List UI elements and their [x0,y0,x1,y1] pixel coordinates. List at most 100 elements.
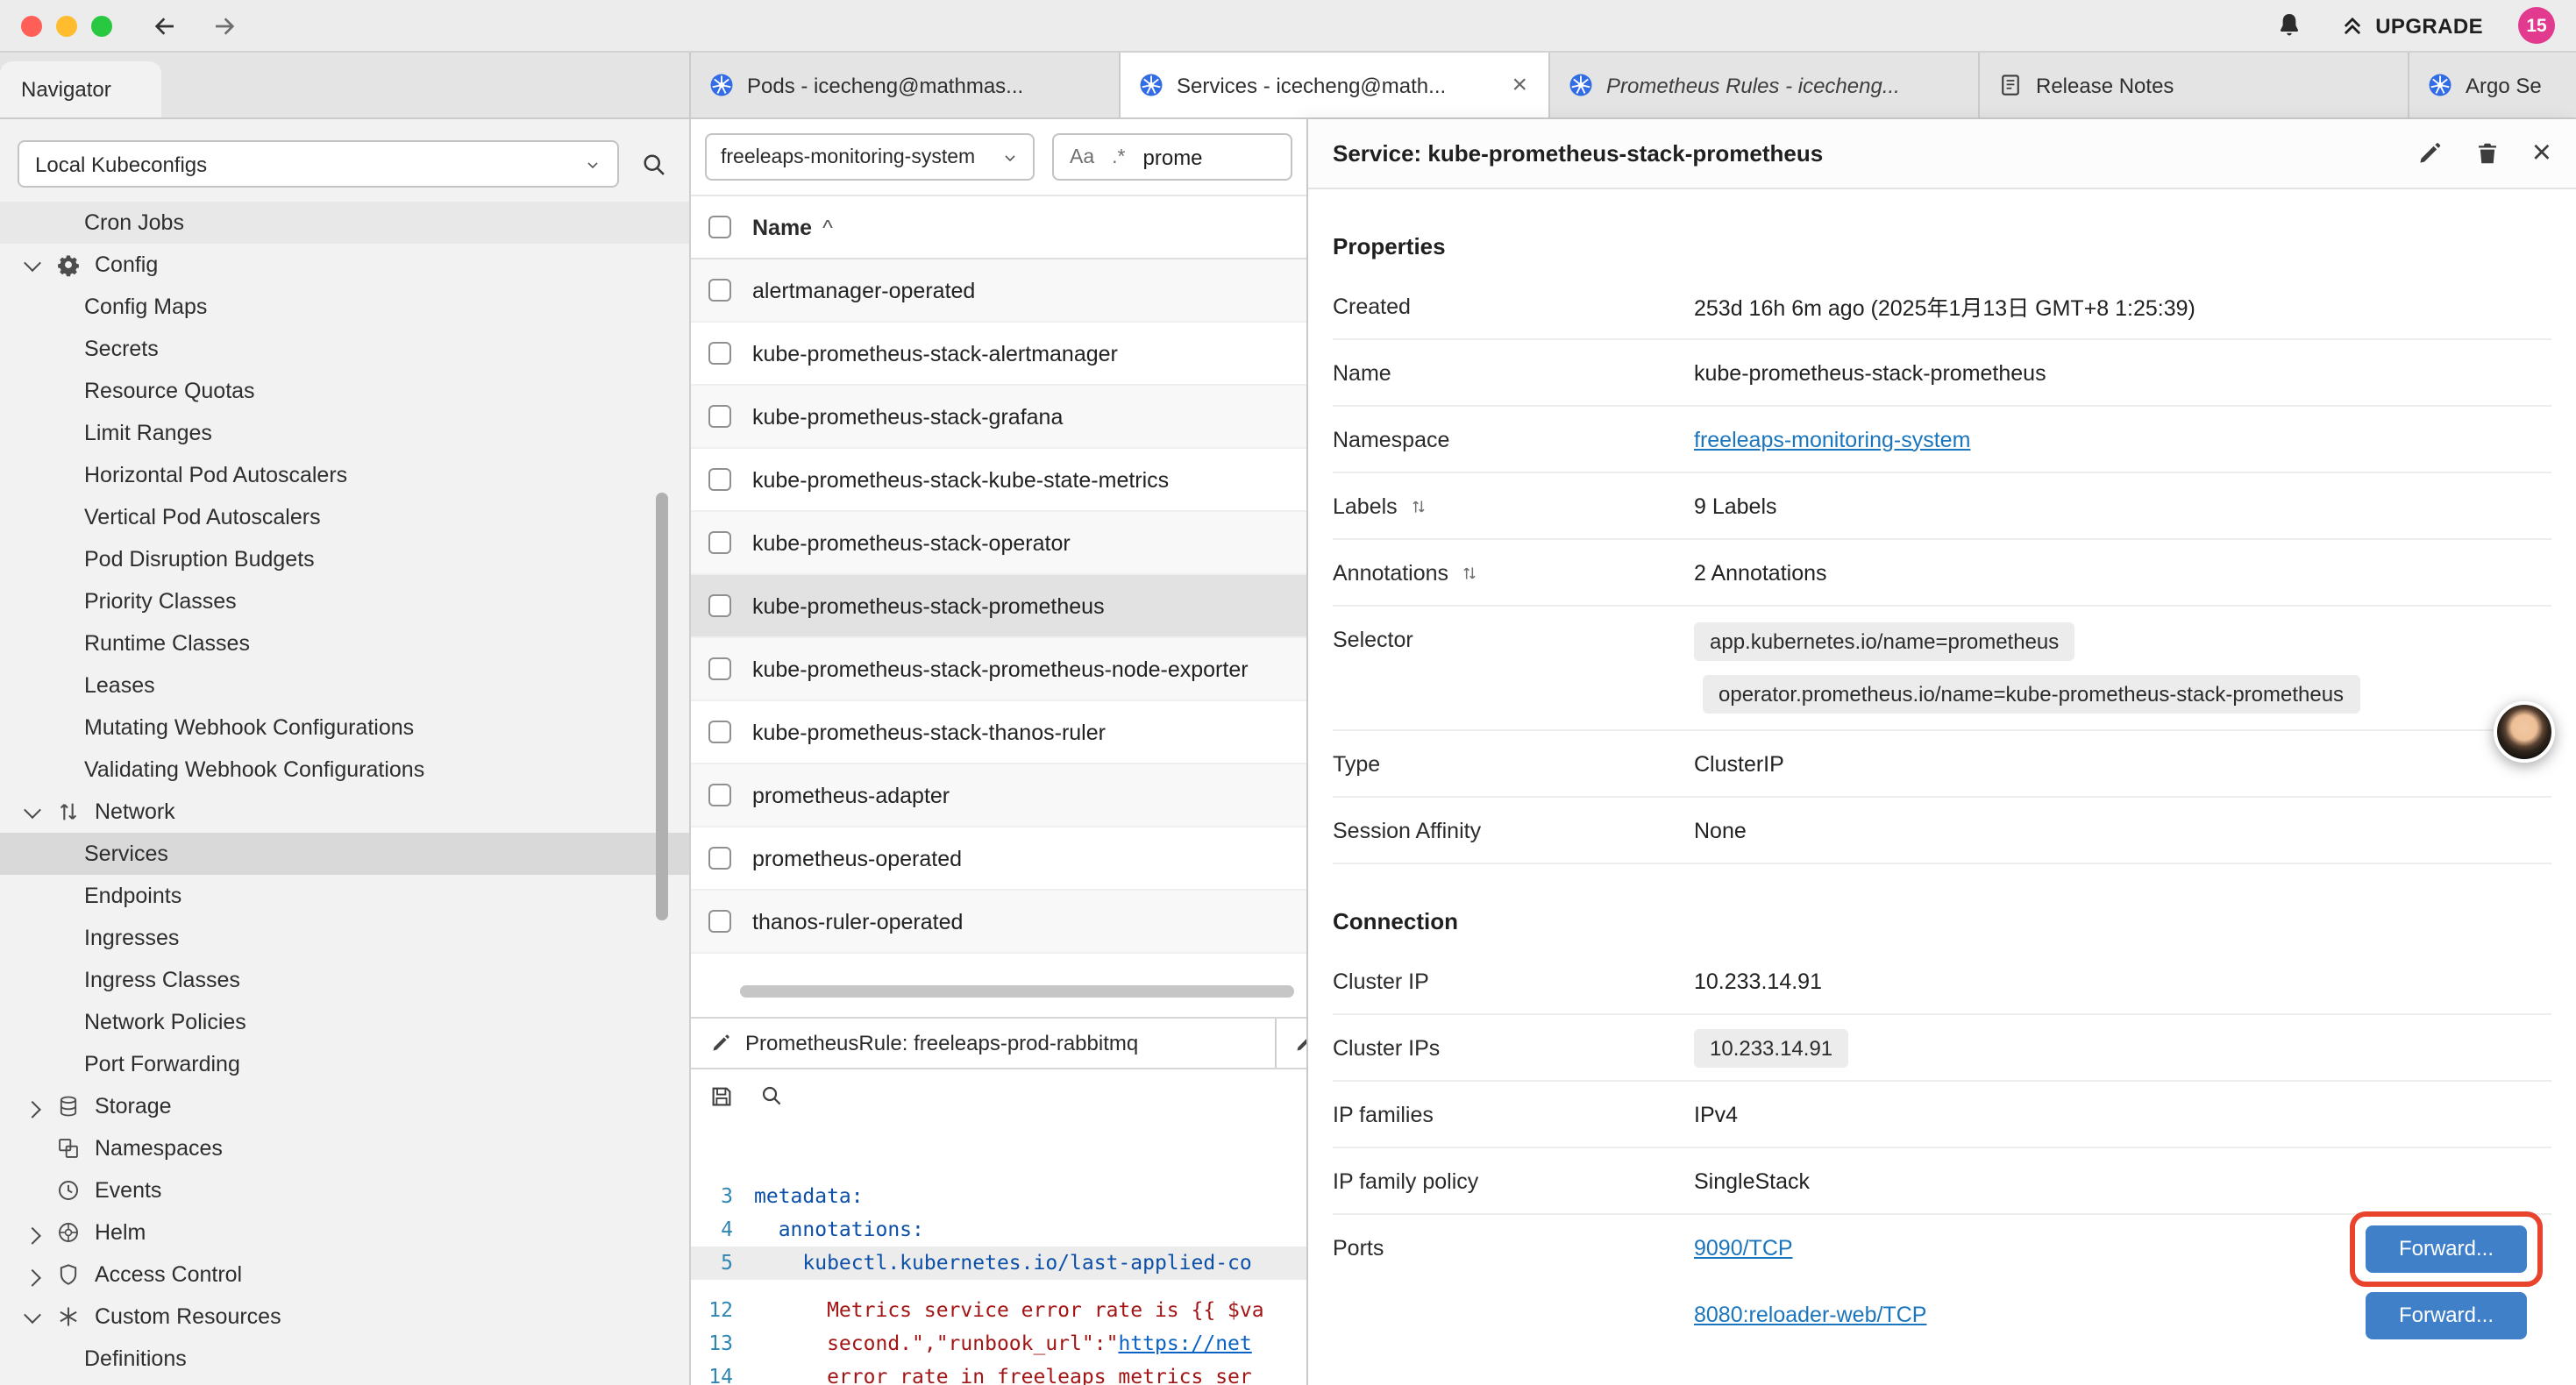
window-close-button[interactable] [21,15,42,36]
table-row[interactable]: kube-prometheus-stack-prometheus-node-ex… [691,638,1306,701]
delete-resource-button[interactable] [2474,140,2501,167]
sidebar-item-custom-resources[interactable]: Custom Resources [0,1296,689,1338]
sidebar-item-validating-webhook-configurations[interactable]: Validating Webhook Configurations [0,749,689,791]
sidebar-item-network-policies[interactable]: Network Policies [0,1001,689,1043]
expand-collapse-icon[interactable] [1410,497,1427,515]
row-checkbox[interactable] [708,279,731,302]
tab-release-notes[interactable]: Release Notes [1980,53,2409,117]
sidebar-item-storage[interactable]: Storage [0,1085,689,1127]
sidebar-item-port-forwarding[interactable]: Port Forwarding [0,1043,689,1085]
row-checkbox[interactable] [708,910,731,933]
forward-button[interactable] [210,11,238,39]
edit-resource-button[interactable] [2416,140,2443,167]
match-case-toggle[interactable]: Aa [1070,146,1094,167]
table-search-input[interactable]: Aa .* prome [1052,133,1292,181]
row-checkbox[interactable] [708,784,731,806]
editor-search-icon[interactable] [759,1083,784,1108]
sidebar-scrollbar[interactable] [656,493,668,920]
yaml-editor[interactable]: 3metadata: 4 annotations: 5 kubectl.kube… [691,1122,1306,1385]
sidebar-item-helm[interactable]: Helm [0,1211,689,1254]
table-row[interactable]: prometheus-operated [691,827,1306,891]
sidebar-item-label: Events [95,1178,161,1203]
tab-argo[interactable]: Argo Se [2409,53,2576,117]
sidebar-item-secrets[interactable]: Secrets [0,328,689,370]
regex-toggle[interactable]: .* [1112,146,1125,167]
code-line-highlighted: 5 kubectl.kubernetes.io/last-applied-co [691,1246,1306,1280]
table-row[interactable]: kube-prometheus-stack-grafana [691,386,1306,449]
horizontal-scrollbar[interactable] [740,985,1294,998]
sidebar-item-namespaces[interactable]: Namespaces [0,1127,689,1169]
sidebar-item-priority-classes[interactable]: Priority Classes [0,580,689,622]
sidebar-item-network[interactable]: Network [0,791,689,833]
save-icon[interactable] [708,1083,735,1109]
namespace-filter-dropdown[interactable]: freeleaps-monitoring-system [705,133,1035,181]
close-tab-icon[interactable]: × [1508,72,1531,98]
tab-services[interactable]: Services - icecheng@math... × [1121,53,1550,117]
dock-tab-partial[interactable] [1277,1019,1306,1068]
navigator-tab[interactable]: Navigator [0,61,161,117]
port-link[interactable]: 9090/TCP [1694,1236,1793,1261]
cluster-ip-chip: 10.233.14.91 [1694,1028,1848,1067]
table-row[interactable]: kube-prometheus-stack-kube-state-metrics [691,449,1306,512]
back-button[interactable] [151,11,179,39]
row-checkbox[interactable] [708,468,731,491]
sidebar-item-leases[interactable]: Leases [0,664,689,707]
sidebar-item-ingress-classes[interactable]: Ingress Classes [0,959,689,1001]
close-drawer-button[interactable]: × [2532,137,2551,170]
name-column-header[interactable]: Name [752,215,812,239]
sidebar-item-endpoints[interactable]: Endpoints [0,875,689,917]
sidebar-item-access-control[interactable]: Access Control [0,1254,689,1296]
select-all-checkbox[interactable] [708,216,731,238]
property-value: 2 Annotations [1694,560,2551,585]
sidebar-item-events[interactable]: Events [0,1169,689,1211]
table-row[interactable]: prometheus-adapter [691,764,1306,827]
forward-button[interactable]: Forward... [2366,1291,2527,1339]
window-zoom-button[interactable] [91,15,112,36]
sidebar-item-config[interactable]: Config [0,244,689,286]
sidebar-item-definitions[interactable]: Definitions [0,1338,689,1380]
sidebar-item-pod-disruption-budgets[interactable]: Pod Disruption Budgets [0,538,689,580]
row-checkbox[interactable] [708,594,731,617]
kubeconfig-selector[interactable]: Local Kubeconfigs [18,140,619,188]
sidebar-item-runtime-classes[interactable]: Runtime Classes [0,622,689,664]
table-row[interactable]: kube-prometheus-stack-thanos-ruler [691,701,1306,764]
row-checkbox[interactable] [708,847,731,870]
row-checkbox[interactable] [708,531,731,554]
port-link[interactable]: 8080:reloader-web/TCP [1694,1303,1926,1327]
sidebar-item-mutating-webhook-configurations[interactable]: Mutating Webhook Configurations [0,707,689,749]
row-checkbox[interactable] [708,405,731,428]
sidebar-item-cron-jobs[interactable]: Cron Jobs [0,202,689,244]
sidebar-item-config-maps[interactable]: Config Maps [0,286,689,328]
forward-button[interactable]: Forward... [2366,1225,2527,1272]
sidebar-item-ingresses[interactable]: Ingresses [0,917,689,959]
sidebar-item-resource-quotas[interactable]: Resource Quotas [0,370,689,412]
notifications-bell-icon[interactable] [2274,11,2303,40]
namespace-link[interactable]: freeleaps-monitoring-system [1694,427,1970,451]
row-checkbox[interactable] [708,721,731,743]
navigator-tree: Cron Jobs Config Config Maps Secrets Res… [0,202,689,1380]
table-row[interactable]: alertmanager-operated [691,259,1306,323]
sidebar-item-vertical-pod-autoscalers[interactable]: Vertical Pod Autoscalers [0,496,689,538]
dock-tab-prometheusrule[interactable]: PrometheusRule: freeleaps-prod-rabbitmq [691,1019,1277,1068]
row-checkbox[interactable] [708,657,731,680]
expand-collapse-icon[interactable] [1461,564,1478,581]
dock-tab-label: PrometheusRule: freeleaps-prod-rabbitmq [745,1031,1138,1055]
search-icon[interactable] [640,150,668,178]
upgrade-button[interactable]: UPGRADE [2338,12,2483,39]
notification-count-badge[interactable]: 15 [2518,7,2555,44]
table-row-selected[interactable]: kube-prometheus-stack-prometheus [691,575,1306,638]
kubernetes-icon [708,72,735,98]
table-row[interactable]: thanos-ruler-operated [691,891,1306,954]
table-row[interactable]: kube-prometheus-stack-alertmanager [691,323,1306,386]
row-checkbox[interactable] [708,342,731,365]
tab-prometheus-rules[interactable]: Prometheus Rules - icecheng... [1550,53,1980,117]
table-row[interactable]: kube-prometheus-stack-operator [691,512,1306,575]
sidebar-item-services[interactable]: Services [0,833,689,875]
sidebar-item-limit-ranges[interactable]: Limit Ranges [0,412,689,454]
window-minimize-button[interactable] [56,15,77,36]
property-label: IP families [1333,1102,1694,1126]
service-name: kube-prometheus-stack-operator [752,530,1071,555]
tab-pods[interactable]: Pods - icecheng@mathmas... [691,53,1121,117]
property-row-annotations: Annotations 2 Annotations [1333,540,2551,607]
sidebar-item-horizontal-pod-autoscalers[interactable]: Horizontal Pod Autoscalers [0,454,689,496]
